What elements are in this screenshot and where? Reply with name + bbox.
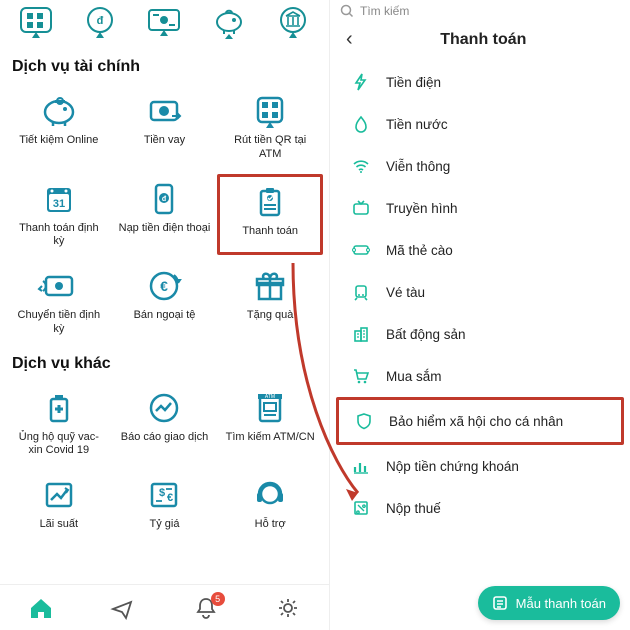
tile-label: Ủng hộ quỹ vac-xin Covid 19: [13, 431, 105, 459]
grid-financial: Tiết kiệm Online Tiền vay Rút tiền QR tạ…: [0, 82, 329, 347]
nav-settings[interactable]: [275, 596, 301, 620]
drop-icon: [350, 115, 372, 133]
header: ‹ Thanh toán: [330, 18, 630, 61]
train-icon: [350, 283, 372, 301]
tile-qr-withdraw[interactable]: Rút tiền QR tại ATM: [217, 86, 323, 168]
chart-icon: [350, 457, 372, 475]
shield-icon: [353, 412, 375, 430]
tax-icon: [350, 499, 372, 517]
tile-label: Chuyển tiền định kỳ: [13, 309, 105, 337]
item-label: Nộp tiền chứng khoán: [386, 459, 519, 474]
tile-savings-online[interactable]: Tiết kiệm Online: [6, 86, 112, 168]
tile-recurring-transfer[interactable]: Chuyển tiền định kỳ: [6, 261, 112, 343]
notification-badge: 5: [211, 592, 225, 606]
item-label: Nộp thuế: [386, 501, 441, 516]
tile-recurring-payment[interactable]: 31 Thanh toán định kỳ: [6, 174, 112, 256]
item-real-estate[interactable]: Bất động sản: [336, 313, 624, 355]
bottom-nav: 5: [0, 584, 329, 630]
item-label: Mua sắm: [386, 369, 442, 384]
item-shopping[interactable]: Mua sắm: [336, 355, 624, 397]
right-screen: Tìm kiếm ‹ Thanh toán Tiền điện Tiền nướ…: [330, 0, 630, 630]
grid-other: Ủng hộ quỹ vac-xin Covid 19 Báo cáo giao…: [0, 379, 329, 542]
nav-home[interactable]: [28, 596, 54, 620]
item-label: Vé tàu: [386, 285, 425, 300]
nav-plane[interactable]: [110, 596, 136, 620]
shortcut-coin[interactable]: đ: [75, 6, 125, 42]
tile-loan[interactable]: Tiền vay: [112, 86, 218, 168]
ticket-icon: [350, 241, 372, 259]
back-button[interactable]: ‹: [340, 26, 359, 53]
fab-label: Mẫu thanh toán: [516, 596, 606, 611]
item-card-code[interactable]: Mã thẻ cào: [336, 229, 624, 271]
tile-interest-rate[interactable]: Lãi suất: [6, 470, 112, 538]
tile-label: Tặng quà: [247, 309, 293, 323]
search-row[interactable]: Tìm kiếm: [330, 0, 630, 18]
template-icon: [492, 595, 508, 611]
tile-payment[interactable]: Thanh toán: [217, 174, 323, 256]
search-icon: [340, 4, 354, 18]
tile-label: Tỷ giá: [150, 518, 180, 532]
left-screen: đ Dịch vụ tài chính Tiết kiệm Online Tiề…: [0, 0, 330, 630]
section-title-financial: Dịch vụ tài chính: [0, 50, 329, 82]
item-label: Tiền nước: [386, 117, 448, 132]
tile-support[interactable]: Hỗ trợ: [217, 470, 323, 538]
item-label: Bất động sản: [386, 327, 466, 342]
tile-topup-phone[interactable]: đ Nạp tiền điện thoại: [112, 174, 218, 256]
shortcut-transfer[interactable]: [139, 6, 189, 42]
tv-icon: [350, 199, 372, 217]
tile-label: Báo cáo giao dịch: [121, 431, 208, 445]
shortcut-bank[interactable]: [268, 6, 318, 42]
tile-label: Nạp tiền điện thoại: [119, 222, 211, 236]
shortcut-savings[interactable]: [204, 6, 254, 42]
tile-label: Thanh toán định kỳ: [13, 222, 105, 250]
svg-text:đ: đ: [162, 196, 167, 203]
tile-label: Tiết kiệm Online: [19, 134, 98, 148]
svg-text:ATM: ATM: [265, 394, 275, 400]
tile-sell-forex[interactable]: € Bán ngoại tệ: [112, 261, 218, 343]
tile-label: Bán ngoại tệ: [134, 309, 196, 323]
cart-icon: [350, 367, 372, 385]
tile-label: Thanh toán: [242, 225, 298, 239]
svg-text:€: €: [167, 492, 173, 504]
search-placeholder: Tìm kiếm: [360, 4, 409, 18]
tile-label: Tìm kiếm ATM/CN: [226, 431, 315, 445]
item-social-insurance[interactable]: Bảo hiểm xã hội cho cá nhân: [336, 397, 624, 445]
item-train[interactable]: Vé tàu: [336, 271, 624, 313]
payment-list: Tiền điện Tiền nước Viễn thông Truyền hì…: [330, 61, 630, 529]
top-shortcuts: đ: [0, 0, 329, 50]
tile-label: Rút tiền QR tại ATM: [224, 134, 316, 162]
item-tax[interactable]: Nộp thuế: [336, 487, 624, 529]
tile-report[interactable]: Báo cáo giao dịch: [112, 383, 218, 465]
nav-notifications[interactable]: 5: [193, 596, 219, 620]
tile-exchange-rate[interactable]: $€ Tỷ giá: [112, 470, 218, 538]
svg-text:$: $: [159, 487, 165, 499]
page-title: Thanh toán: [369, 31, 598, 49]
shortcut-qr[interactable]: [11, 6, 61, 42]
item-label: Tiền điện: [386, 75, 441, 90]
item-label: Truyền hình: [386, 201, 458, 216]
item-telecom[interactable]: Viễn thông: [336, 145, 624, 187]
svg-text:€: €: [161, 278, 169, 294]
item-electricity[interactable]: Tiền điện: [336, 61, 624, 103]
section-title-other: Dịch vụ khác: [0, 347, 329, 379]
wifi-icon: [350, 157, 372, 175]
tile-covid-fund[interactable]: Ủng hộ quỹ vac-xin Covid 19: [6, 383, 112, 465]
svg-text:đ: đ: [97, 15, 104, 27]
tile-label: Tiền vay: [144, 134, 185, 148]
item-label: Viễn thông: [386, 159, 450, 174]
item-securities[interactable]: Nộp tiền chứng khoán: [336, 445, 624, 487]
item-water[interactable]: Tiền nước: [336, 103, 624, 145]
tile-gift[interactable]: Tặng quà: [217, 261, 323, 343]
tile-find-atm[interactable]: ATM Tìm kiếm ATM/CN: [217, 383, 323, 465]
item-tv[interactable]: Truyền hình: [336, 187, 624, 229]
building-icon: [350, 325, 372, 343]
tile-label: Hỗ trợ: [255, 518, 286, 532]
template-button[interactable]: Mẫu thanh toán: [478, 586, 620, 620]
svg-text:31: 31: [53, 198, 65, 210]
bolt-icon: [350, 73, 372, 91]
tile-label: Lãi suất: [40, 518, 79, 532]
item-label: Mã thẻ cào: [386, 243, 453, 258]
item-label: Bảo hiểm xã hội cho cá nhân: [389, 414, 563, 429]
